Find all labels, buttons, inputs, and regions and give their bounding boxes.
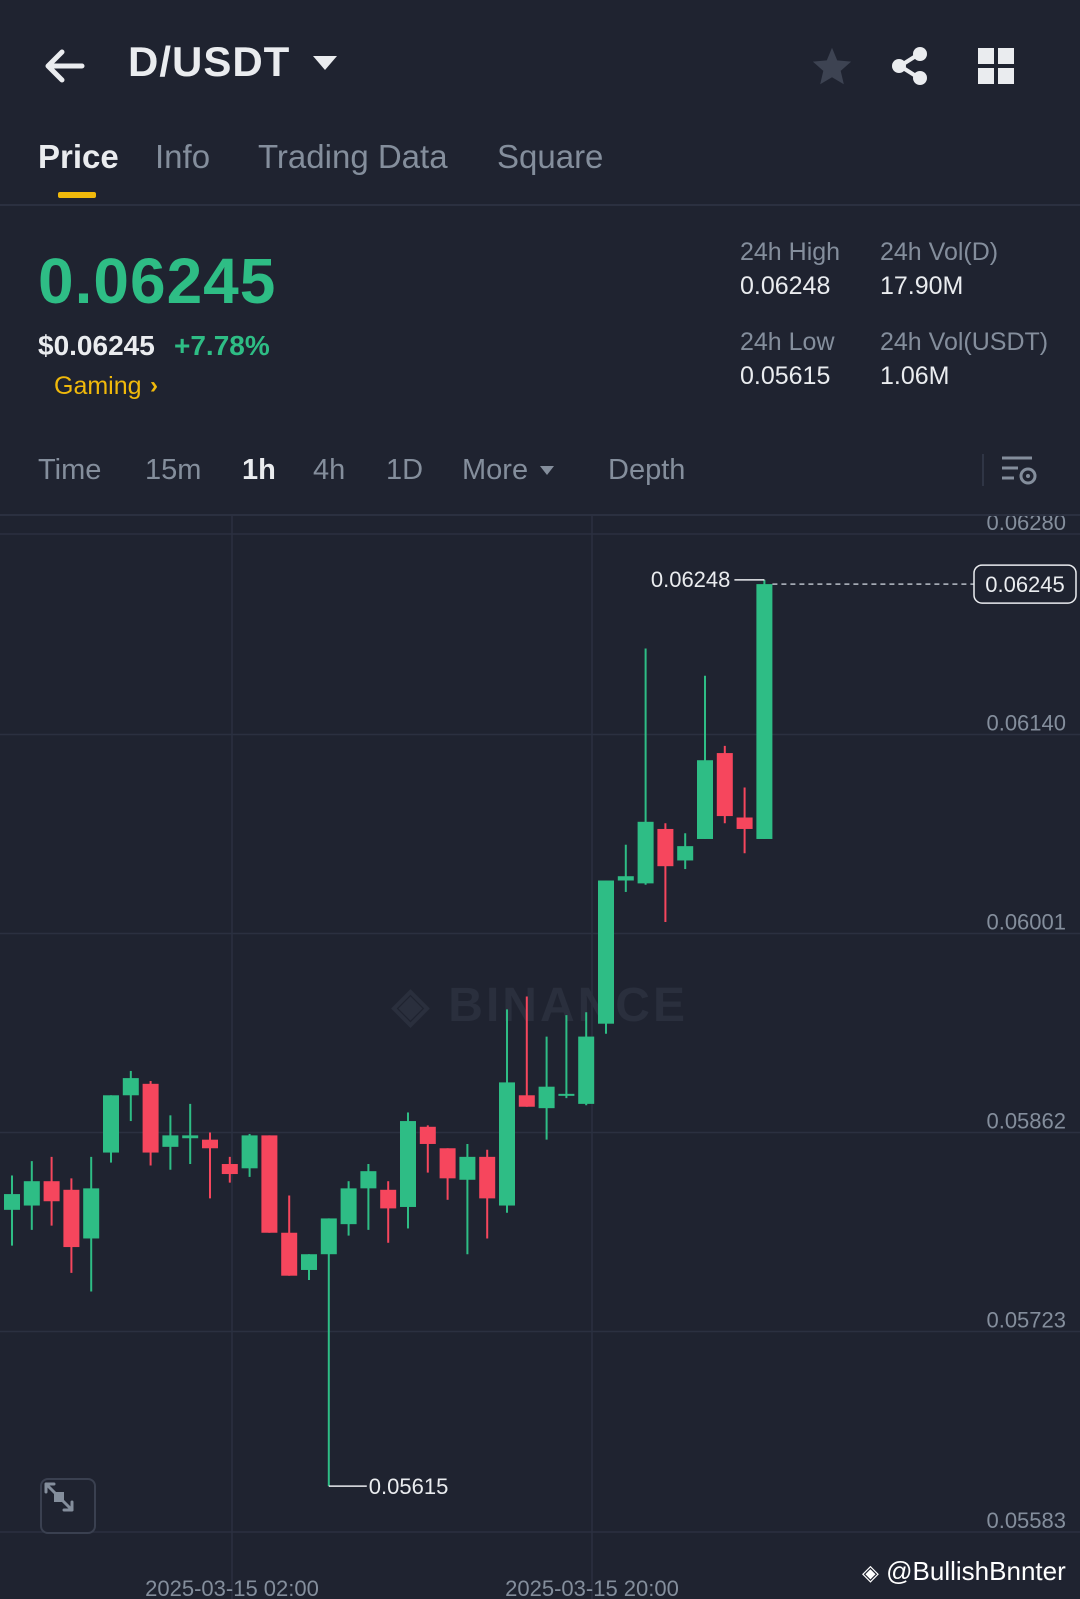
share-icon[interactable] — [884, 40, 936, 92]
expand-icon[interactable] — [40, 1478, 96, 1534]
grid-icon[interactable] — [970, 40, 1022, 92]
y-tick-label: 0.06140 — [986, 710, 1066, 735]
interval-4h[interactable]: 4h — [313, 454, 345, 487]
x-tick-label: 2025-03-15 20:00 — [505, 1576, 679, 1599]
interval-1h[interactable]: 1h — [242, 454, 276, 487]
top-bar: D/USDT — [0, 0, 1080, 130]
candle-body — [518, 1095, 535, 1107]
main-tabs: Price Info Trading Data Square — [0, 130, 1080, 206]
vol-base-label: 24h Vol(D) — [880, 238, 999, 266]
tab-price[interactable]: Price — [38, 138, 119, 176]
interval-divider — [982, 454, 984, 486]
tab-trading-data[interactable]: Trading Data — [258, 138, 448, 176]
vol-quote-label: 24h Vol(USDT) — [880, 328, 1049, 356]
x-tick-label: 2025-03-15 02:00 — [145, 1576, 319, 1599]
interval-more[interactable]: More — [462, 454, 528, 487]
more-caret-icon[interactable] — [538, 464, 556, 483]
user-watermark: ◈ @BullishBnnter — [862, 1556, 1066, 1587]
candle-body — [756, 584, 773, 839]
active-tab-indicator — [58, 192, 96, 198]
candle-body — [360, 1171, 377, 1189]
candle-body — [617, 876, 634, 881]
tab-square[interactable]: Square — [497, 138, 603, 176]
low-value: 0.05615 — [740, 362, 831, 390]
candle-body — [43, 1181, 60, 1202]
candle-body — [320, 1218, 337, 1255]
high-value: 0.06248 — [740, 272, 831, 300]
interval-1d[interactable]: 1D — [386, 454, 423, 487]
candle-body — [598, 880, 614, 1024]
candle-body — [637, 821, 654, 884]
watermark-user-text: @BullishBnnter — [886, 1556, 1066, 1586]
candle-body — [716, 753, 733, 817]
candle-body — [23, 1181, 40, 1206]
candle-body — [459, 1156, 476, 1180]
y-tick-label: 0.05723 — [986, 1308, 1066, 1333]
candle-body — [122, 1078, 139, 1096]
candle-body — [4, 1194, 20, 1210]
candle-body — [281, 1232, 298, 1276]
vol-quote-value: 1.06M — [880, 362, 950, 390]
low-label: 24h Low — [740, 328, 835, 356]
candle-body — [558, 1093, 575, 1096]
candle-body — [499, 1082, 515, 1206]
binance-watermark: ◈ BINANCE — [391, 979, 688, 1032]
high-label: 24h High — [740, 238, 841, 266]
current-price-label: 0.06245 — [985, 572, 1065, 597]
candle-body — [301, 1254, 317, 1270]
last-price: 0.06245 — [38, 245, 277, 317]
candle-body — [677, 846, 694, 861]
interval-bar: Time 15m 1h 4h 1D More Depth — [0, 438, 1080, 516]
candle-body — [538, 1086, 555, 1109]
candle-body — [340, 1188, 357, 1225]
candle-body — [63, 1189, 80, 1248]
candle-body — [202, 1139, 218, 1149]
candle-body — [578, 1036, 595, 1104]
usd-price: $0.06245 — [38, 330, 155, 361]
candle-body — [400, 1121, 416, 1207]
candle-body — [221, 1164, 238, 1175]
star-icon[interactable] — [806, 40, 858, 92]
interval-depth[interactable]: Depth — [608, 454, 685, 487]
candle-body — [83, 1188, 100, 1239]
candle-body — [162, 1135, 179, 1147]
pair-title[interactable]: D/USDT — [128, 38, 290, 86]
back-arrow-icon[interactable] — [38, 40, 90, 92]
candle-body — [657, 828, 674, 867]
candle-body — [697, 760, 713, 839]
watermark-diamond-icon: ◈ — [862, 1560, 879, 1585]
y-tick-label: 0.05583 — [986, 1508, 1066, 1533]
candle-body — [103, 1095, 119, 1153]
interval-time[interactable]: Time — [38, 454, 101, 487]
high-marker-label: 0.06248 — [651, 567, 731, 592]
candle-body — [380, 1189, 397, 1209]
interval-15m[interactable]: 15m — [145, 454, 201, 487]
candlestick-chart[interactable]: 0.06280 0.06140 0.06001 0.05862 0.05723 0.055… — [0, 516, 1080, 1599]
y-tick-label: 0.05862 — [986, 1109, 1066, 1134]
vol-base-value: 17.90M — [880, 272, 964, 300]
chart-svg: 0.06280 0.06140 0.06001 0.05862 0.05723 0.055… — [0, 516, 1080, 1599]
candle-body — [439, 1148, 456, 1179]
chevron-right-icon[interactable]: › — [150, 372, 158, 400]
candle-body — [241, 1135, 258, 1169]
tab-info[interactable]: Info — [155, 138, 210, 176]
price-change-percent: +7.78% — [174, 330, 270, 361]
app-root: D/USDT Price Info Trading Data Square 0.… — [0, 0, 1080, 1599]
caret-down-icon[interactable] — [310, 52, 340, 76]
low-marker-label: 0.05615 — [369, 1474, 449, 1499]
category-tag[interactable]: Gaming — [54, 372, 142, 401]
y-tick-label: 0.06001 — [986, 909, 1066, 934]
y-tick-label: 0.06280 — [986, 516, 1066, 535]
candle-body — [736, 817, 753, 829]
candle-body — [419, 1126, 436, 1144]
chart-settings-icon[interactable] — [998, 452, 1042, 492]
candle-body — [261, 1135, 278, 1233]
candle-body — [142, 1083, 159, 1153]
candle-body — [479, 1156, 496, 1199]
candle-body — [182, 1135, 199, 1139]
